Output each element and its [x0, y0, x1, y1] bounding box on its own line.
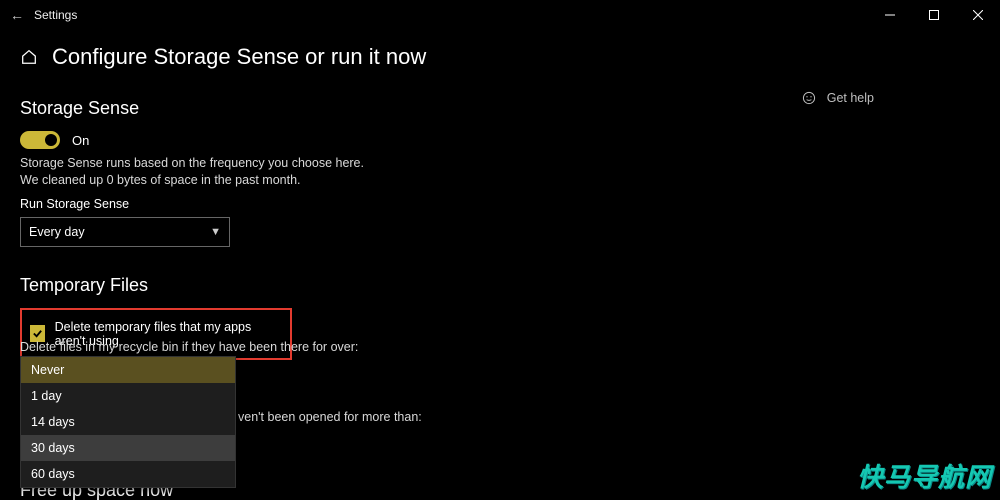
dropdown-option-30days[interactable]: 30 days	[21, 435, 235, 461]
storage-sense-toggle[interactable]	[20, 131, 60, 149]
dropdown-option-60days[interactable]: 60 days	[21, 461, 235, 487]
recycle-duration-dropdown[interactable]: Never 1 day 14 days 30 days 60 days	[20, 356, 236, 488]
chevron-down-icon: ▼	[210, 226, 221, 238]
run-storage-sense-label: Run Storage Sense	[20, 197, 700, 211]
window-controls	[868, 0, 1000, 30]
watermark: 快马导航网	[857, 457, 992, 494]
run-frequency-select[interactable]: Every day ▼	[20, 217, 230, 247]
maximize-button[interactable]	[912, 0, 956, 30]
get-help-link[interactable]: Get help	[801, 90, 874, 106]
downloads-label-partial: ven't been opened for more than:	[238, 410, 422, 424]
home-icon[interactable]	[20, 48, 38, 66]
dropdown-option-1day[interactable]: 1 day	[21, 383, 235, 409]
close-button[interactable]	[956, 0, 1000, 30]
back-button[interactable]: ←	[10, 7, 30, 23]
recycle-bin-label: Delete files in my recycle bin if they h…	[20, 340, 358, 354]
toggle-state-label: On	[72, 133, 89, 148]
section-temporary-files: Temporary Files	[20, 275, 700, 296]
run-frequency-value: Every day	[29, 225, 85, 239]
window-title: Settings	[34, 8, 77, 22]
section-storage-sense: Storage Sense	[20, 98, 700, 119]
dropdown-option-never[interactable]: Never	[21, 357, 235, 383]
dropdown-option-14days[interactable]: 14 days	[21, 409, 235, 435]
page-title: Configure Storage Sense or run it now	[52, 44, 426, 70]
help-icon	[801, 90, 817, 106]
minimize-button[interactable]	[868, 0, 912, 30]
storage-sense-description: Storage Sense runs based on the frequenc…	[20, 155, 380, 189]
get-help-label: Get help	[827, 91, 874, 105]
